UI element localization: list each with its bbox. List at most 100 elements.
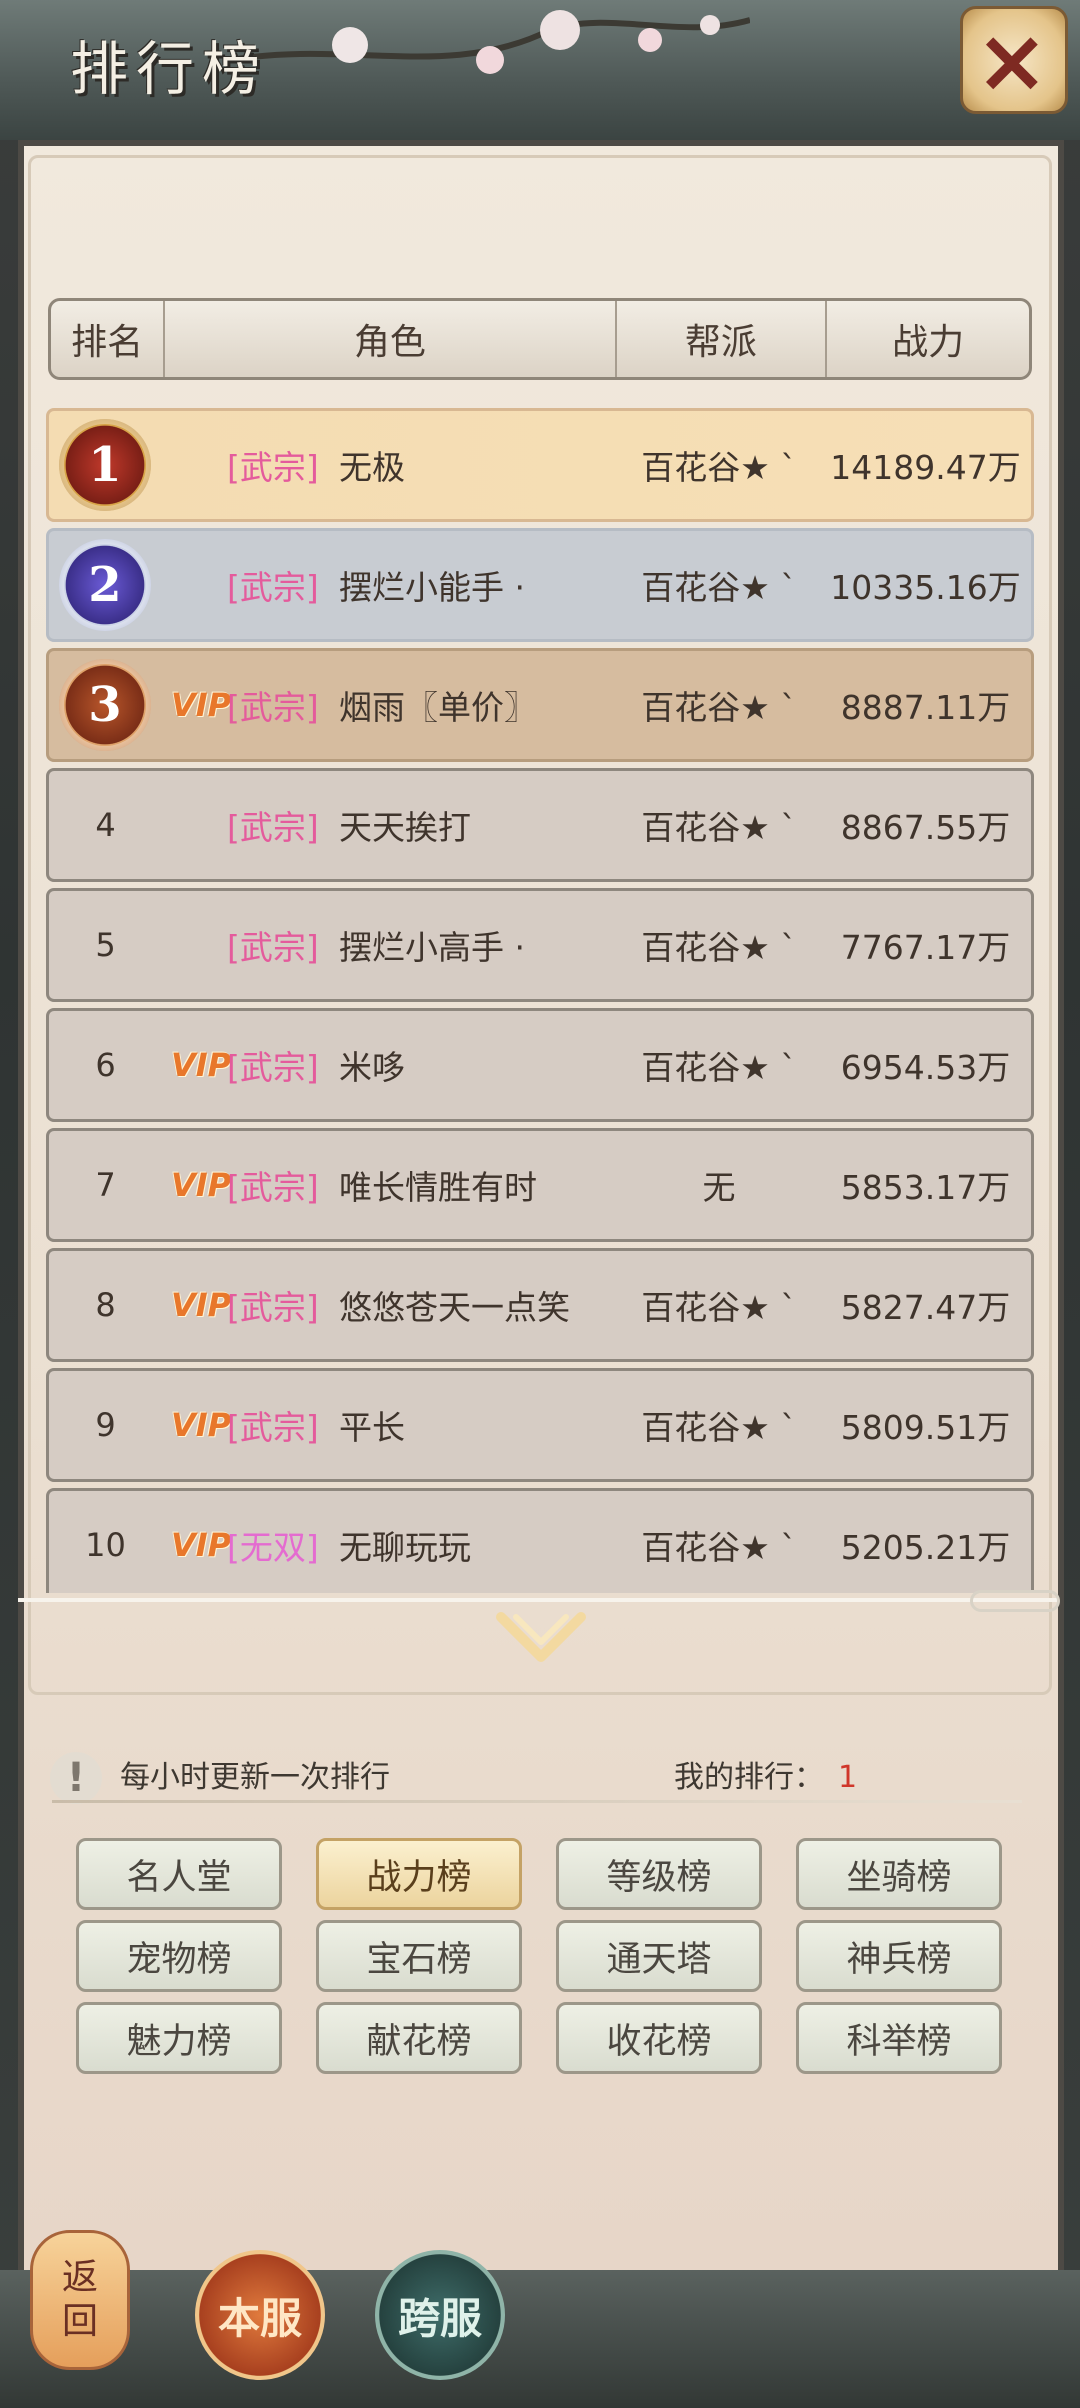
vip-badge: VIP bbox=[171, 1166, 232, 1204]
table-row[interactable]: 10 VIP [无双] 无聊玩玩 百花谷★ ˋ 5205.21万 bbox=[46, 1488, 1034, 1593]
vip-badge: VIP bbox=[171, 1406, 232, 1444]
tab-weapon-rank[interactable]: 神兵榜 bbox=[796, 1920, 1002, 1992]
bronze-medal-icon: 3 bbox=[59, 659, 151, 751]
silver-medal-icon: 2 bbox=[59, 539, 151, 631]
header-guild: 帮派 bbox=[617, 301, 828, 377]
player-name: 无聊玩玩 bbox=[339, 1528, 471, 1567]
vip-badge: VIP bbox=[171, 1526, 232, 1564]
guild-name: 百花谷★ ˋ bbox=[641, 808, 797, 847]
power-value: 8887.11万 bbox=[840, 688, 1011, 727]
my-rank-label: 我的排行： bbox=[674, 1760, 824, 1795]
player-name: 摆烂小能手 · bbox=[339, 568, 525, 607]
ranking-list[interactable]: 1 [武宗] 无极 百花谷★ ˋ 14189.47万 2 [武宗] 摆烂小能手 … bbox=[46, 408, 1034, 1593]
sect-tag: [武宗] bbox=[227, 928, 319, 967]
tab-mount-rank[interactable]: 坐骑榜 bbox=[796, 1838, 1002, 1910]
info-icon: ! bbox=[50, 1752, 102, 1804]
header-rank: 排名 bbox=[51, 301, 166, 377]
cross-server-button[interactable]: 跨服 bbox=[375, 2250, 505, 2380]
guild-name: 百花谷★ ˋ bbox=[641, 1048, 797, 1087]
power-value: 8867.55万 bbox=[840, 808, 1011, 847]
guild-name: 百花谷★ ˋ bbox=[641, 568, 797, 607]
scroll-track bbox=[18, 1598, 1058, 1602]
table-header: 排名 角色 帮派 战力 bbox=[48, 298, 1032, 380]
guild-name: 百花谷★ ˋ bbox=[641, 1288, 797, 1327]
guild-name: 百花谷★ ˋ bbox=[641, 1528, 797, 1567]
player-name: 天天挨打 bbox=[339, 808, 471, 847]
scroll-handle[interactable] bbox=[970, 1590, 1060, 1612]
bottom-bar bbox=[0, 2270, 1080, 2408]
rank-number: 6 bbox=[95, 1046, 116, 1084]
tab-pet-rank[interactable]: 宠物榜 bbox=[76, 1920, 282, 1992]
table-row[interactable]: 1 [武宗] 无极 百花谷★ ˋ 14189.47万 bbox=[46, 408, 1034, 522]
table-row[interactable]: 7 VIP [武宗] 唯长情胜有时 无 5853.17万 bbox=[46, 1128, 1034, 1242]
rank-number: 4 bbox=[95, 806, 116, 844]
header-power: 战力 bbox=[892, 322, 965, 363]
close-button[interactable]: × bbox=[960, 6, 1068, 114]
power-value: 7767.17万 bbox=[840, 928, 1011, 967]
player-name: 无极 bbox=[339, 448, 405, 487]
sect-tag: [武宗] bbox=[227, 1408, 319, 1447]
power-value: 6954.53万 bbox=[840, 1048, 1011, 1087]
tab-exam-rank[interactable]: 科举榜 bbox=[796, 2002, 1002, 2074]
update-notice: 每小时更新一次排行 bbox=[120, 1760, 390, 1795]
header-role: 角色 bbox=[165, 301, 617, 377]
sect-tag: [武宗] bbox=[227, 1288, 319, 1327]
vip-badge: VIP bbox=[171, 686, 232, 724]
back-label-2: 回 bbox=[61, 2301, 98, 2342]
tab-hall-of-fame[interactable]: 名人堂 bbox=[76, 1838, 282, 1910]
guild-name: 无 bbox=[702, 1168, 736, 1207]
power-value: 5205.21万 bbox=[840, 1528, 1011, 1567]
sect-tag: [武宗] bbox=[227, 688, 319, 727]
table-row[interactable]: 2 [武宗] 摆烂小能手 · 百花谷★ ˋ 10335.16万 bbox=[46, 528, 1034, 642]
rank-number: 7 bbox=[95, 1166, 116, 1204]
table-row[interactable]: 4 [武宗] 天天挨打 百花谷★ ˋ 8867.55万 bbox=[46, 768, 1034, 882]
tab-gem-rank[interactable]: 宝石榜 bbox=[316, 1920, 522, 1992]
guild-name: 百花谷★ ˋ bbox=[641, 688, 797, 727]
tab-tower-rank[interactable]: 通天塔 bbox=[556, 1920, 762, 1992]
back-button[interactable]: 返 回 bbox=[30, 2230, 130, 2370]
power-value: 10335.16万 bbox=[830, 568, 1021, 607]
rank-number: 10 bbox=[85, 1526, 126, 1564]
tab-flower-receive-rank[interactable]: 收花榜 bbox=[556, 2002, 762, 2074]
table-row[interactable]: 5 [武宗] 摆烂小高手 · 百花谷★ ˋ 7767.17万 bbox=[46, 888, 1034, 1002]
sect-tag: [武宗] bbox=[227, 808, 319, 847]
tab-charm-rank[interactable]: 魅力榜 bbox=[76, 2002, 282, 2074]
sect-tag: [武宗] bbox=[227, 1048, 319, 1087]
player-name: 烟雨〖单价〗 bbox=[339, 688, 537, 727]
local-server-button[interactable]: 本服 bbox=[195, 2250, 325, 2380]
my-rank-value: 1 bbox=[838, 1760, 858, 1795]
table-row[interactable]: 6 VIP [武宗] 米哆 百花谷★ ˋ 6954.53万 bbox=[46, 1008, 1034, 1122]
tab-flower-give-rank[interactable]: 献花榜 bbox=[316, 2002, 522, 2074]
title-bar: 排行榜 bbox=[0, 0, 1080, 140]
table-row[interactable]: 9 VIP [武宗] 平长 百花谷★ ˋ 5809.51万 bbox=[46, 1368, 1034, 1482]
player-name: 平长 bbox=[339, 1408, 405, 1447]
sect-tag: [武宗] bbox=[227, 448, 319, 487]
chevron-down-icon[interactable] bbox=[496, 1612, 586, 1672]
page-title: 排行榜 bbox=[70, 35, 269, 103]
rank-number: 9 bbox=[95, 1406, 116, 1444]
sect-tag: [武宗] bbox=[227, 1168, 319, 1207]
guild-name: 百花谷★ ˋ bbox=[641, 1408, 797, 1447]
power-value: 14189.47万 bbox=[830, 448, 1021, 487]
player-name: 唯长情胜有时 bbox=[339, 1168, 537, 1207]
player-name: 摆烂小高手 · bbox=[339, 928, 525, 967]
sect-tag: [无双] bbox=[227, 1528, 319, 1567]
divider bbox=[52, 1800, 1022, 1803]
power-value: 5809.51万 bbox=[840, 1408, 1011, 1447]
rank-number: 5 bbox=[95, 926, 116, 964]
table-row[interactable]: 3 VIP [武宗] 烟雨〖单价〗 百花谷★ ˋ 8887.11万 bbox=[46, 648, 1034, 762]
back-label-1: 返 bbox=[61, 2257, 98, 2298]
table-row[interactable]: 8 VIP [武宗] 悠悠苍天一点笑 百花谷★ ˋ 5827.47万 bbox=[46, 1248, 1034, 1362]
flower-branch-decoration bbox=[230, 10, 750, 74]
tab-level-rank[interactable]: 等级榜 bbox=[556, 1838, 762, 1910]
sect-tag: [武宗] bbox=[227, 568, 319, 607]
gold-medal-icon: 1 bbox=[59, 419, 151, 511]
close-icon: × bbox=[975, 9, 1049, 112]
guild-name: 百花谷★ ˋ bbox=[641, 448, 797, 487]
rank-number: 8 bbox=[95, 1286, 116, 1324]
guild-name: 百花谷★ ˋ bbox=[641, 928, 797, 967]
power-value: 5827.47万 bbox=[840, 1288, 1011, 1327]
player-name: 米哆 bbox=[339, 1048, 405, 1087]
tab-power-rank[interactable]: 战力榜 bbox=[316, 1838, 522, 1910]
power-value: 5853.17万 bbox=[840, 1168, 1011, 1207]
